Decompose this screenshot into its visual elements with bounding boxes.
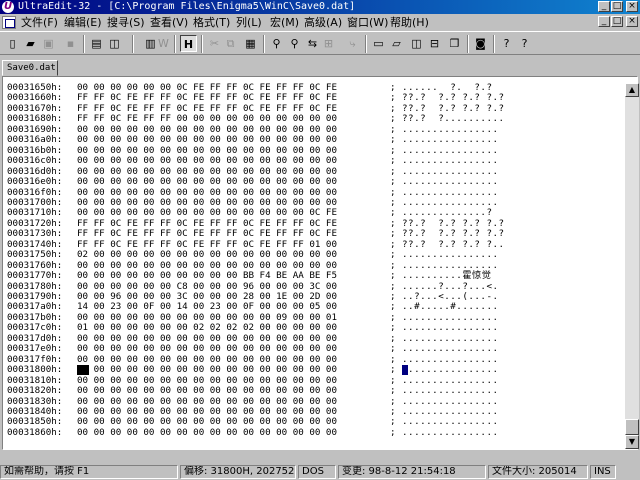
cut-icon[interactable]: ✂	[206, 35, 223, 52]
toolbar-separator	[365, 35, 367, 53]
status-filesize: 文件大小: 205014	[488, 465, 588, 479]
menu-macro[interactable]: 宏(M)	[270, 15, 299, 30]
toolbar-separator	[174, 35, 176, 53]
minimize-button[interactable]: _	[598, 1, 610, 12]
close-button[interactable]: ×	[626, 1, 638, 12]
hex-separator: ;	[390, 176, 396, 188]
print-icon[interactable]: ▤	[88, 35, 105, 52]
menu-view[interactable]: 查看(V)	[150, 15, 188, 30]
close-file-icon[interactable]: ▣	[40, 35, 57, 52]
status-offset: 偏移: 31800H, 202752	[180, 465, 296, 479]
scroll-up-button[interactable]: ▲	[625, 83, 639, 97]
paste-icon[interactable]: ▦	[242, 35, 259, 52]
hex-separator: ;	[390, 426, 396, 438]
toolbar-separator	[467, 35, 469, 53]
toolbar-separator	[83, 35, 85, 53]
help-icon[interactable]: ?	[498, 35, 515, 52]
menu-bar: 文件(F) 编辑(E) 搜寻(S) 查看(V) 格式(T) 列(L) 宏(M) …	[0, 14, 640, 31]
file-tab-strip: Save0.dat	[0, 56, 640, 76]
print-preview-icon[interactable]: ◫	[106, 35, 123, 52]
menu-edit[interactable]: 编辑(E)	[64, 15, 102, 30]
menu-format[interactable]: 格式(T)	[193, 15, 230, 30]
tab-save0-dat[interactable]: Save0.dat	[2, 60, 58, 76]
tile-horizontal-icon[interactable]: ⊟	[426, 35, 443, 52]
doc-restore-button[interactable]: □	[611, 16, 623, 27]
save-file-icon[interactable]: ▪	[62, 35, 79, 52]
status-bar: 如需帮助，请按 F1 偏移: 31800H, 202752 DOS 变更: 98…	[0, 464, 640, 480]
hex-ascii[interactable]: ................	[402, 177, 499, 188]
toolbar-separator	[263, 35, 265, 53]
status-help: 如需帮助，请按 F1	[0, 465, 178, 479]
hex-view[interactable]: 00031650h: 00 00 00 00 00 00 0C FE FF FF …	[5, 83, 623, 447]
hex-ascii[interactable]: ................	[402, 427, 499, 439]
menu-file[interactable]: 文件(F)	[21, 15, 58, 30]
menu-search[interactable]: 搜寻(S)	[107, 15, 145, 30]
open-file-icon[interactable]: ▰	[22, 35, 39, 52]
toolbar-separator	[132, 35, 134, 53]
document-icon[interactable]	[2, 16, 16, 29]
ascii-caret	[402, 365, 408, 376]
hex-address: 00031820h:	[7, 385, 63, 397]
window-title: UltraEdit-32 - [C:\Program Files\Enigma5…	[18, 1, 356, 12]
tile-vertical-icon[interactable]: ◫	[408, 35, 425, 52]
hex-bytes[interactable]: 00 00 00 00 00 00 00 00 00 00 00 00 00 0…	[77, 177, 337, 188]
toolbar-separator	[201, 35, 203, 53]
find-in-files-icon[interactable]: ⊞	[320, 35, 337, 52]
hex-address: 00031860h:	[7, 426, 63, 438]
menu-advanced[interactable]: 高级(A)	[304, 15, 342, 30]
context-help-icon[interactable]: ?	[516, 35, 533, 52]
goto-icon[interactable]: ⤷	[344, 35, 361, 52]
scroll-down-button[interactable]: ▼	[625, 435, 639, 449]
new-file-icon[interactable]: ▯	[4, 35, 21, 52]
copy-icon[interactable]: ⧉	[222, 35, 239, 52]
vertical-scrollbar[interactable]: ▲ ▼	[625, 83, 639, 449]
ftp-icon[interactable]: ◙	[472, 35, 489, 52]
menu-help[interactable]: 帮助(H)	[390, 15, 429, 30]
hex-mode-icon[interactable]: H	[180, 35, 197, 52]
cascade-icon[interactable]: ❐	[446, 35, 463, 52]
hex-address: 000316e0h:	[7, 176, 63, 188]
menu-column[interactable]: 列(L)	[236, 15, 262, 30]
hex-bytes[interactable]: 00 00 00 00 00 00 00 00 00 00 00 00 00 0…	[77, 427, 337, 439]
toolbar: ▯ ▰ ▣ ▪ ▤ ◫ ▥ W H ✂ ⧉ ▦ ⚲ ⚲ ⇆ ⊞ ⤷ ▭ ▱ ◫ ⊟ ❐ ◙??	[0, 31, 640, 55]
status-modified: 变更: 98-8-12 21:54:18	[338, 465, 486, 479]
app-icon[interactable]: U	[2, 1, 14, 13]
scroll-thumb[interactable]	[625, 419, 639, 435]
horizontal-scrollbar[interactable]	[2, 450, 638, 464]
caret	[77, 365, 89, 376]
word-wrap-icon[interactable]: W	[155, 35, 172, 52]
toolbar-separator	[493, 35, 495, 53]
folder-icon[interactable]: ▱	[388, 35, 405, 52]
status-mode: INS	[590, 465, 616, 479]
find-next-icon[interactable]: ⚲	[286, 35, 303, 52]
hex-bytes[interactable]: 00 00 00 00 00 00 00 00 00 00 00 00 00 0…	[77, 386, 337, 397]
title-bar[interactable]: U UltraEdit-32 - [C:\Program Files\Enigm…	[0, 0, 640, 14]
hex-editor[interactable]: 00031650h: 00 00 00 00 00 00 0C FE FF FF …	[2, 76, 639, 450]
replace-icon[interactable]: ⇆	[304, 35, 321, 52]
hex-separator: ;	[390, 385, 396, 397]
window-icon[interactable]: ▭	[370, 35, 387, 52]
hex-ascii[interactable]: ................	[402, 386, 499, 397]
find-icon[interactable]: ⚲	[268, 35, 285, 52]
status-format: DOS	[298, 465, 336, 479]
maximize-button[interactable]: □	[611, 1, 623, 12]
doc-minimize-button[interactable]: _	[598, 16, 610, 27]
menu-window[interactable]: 窗口(W)	[347, 15, 388, 30]
doc-close-button[interactable]: ×	[626, 16, 638, 27]
